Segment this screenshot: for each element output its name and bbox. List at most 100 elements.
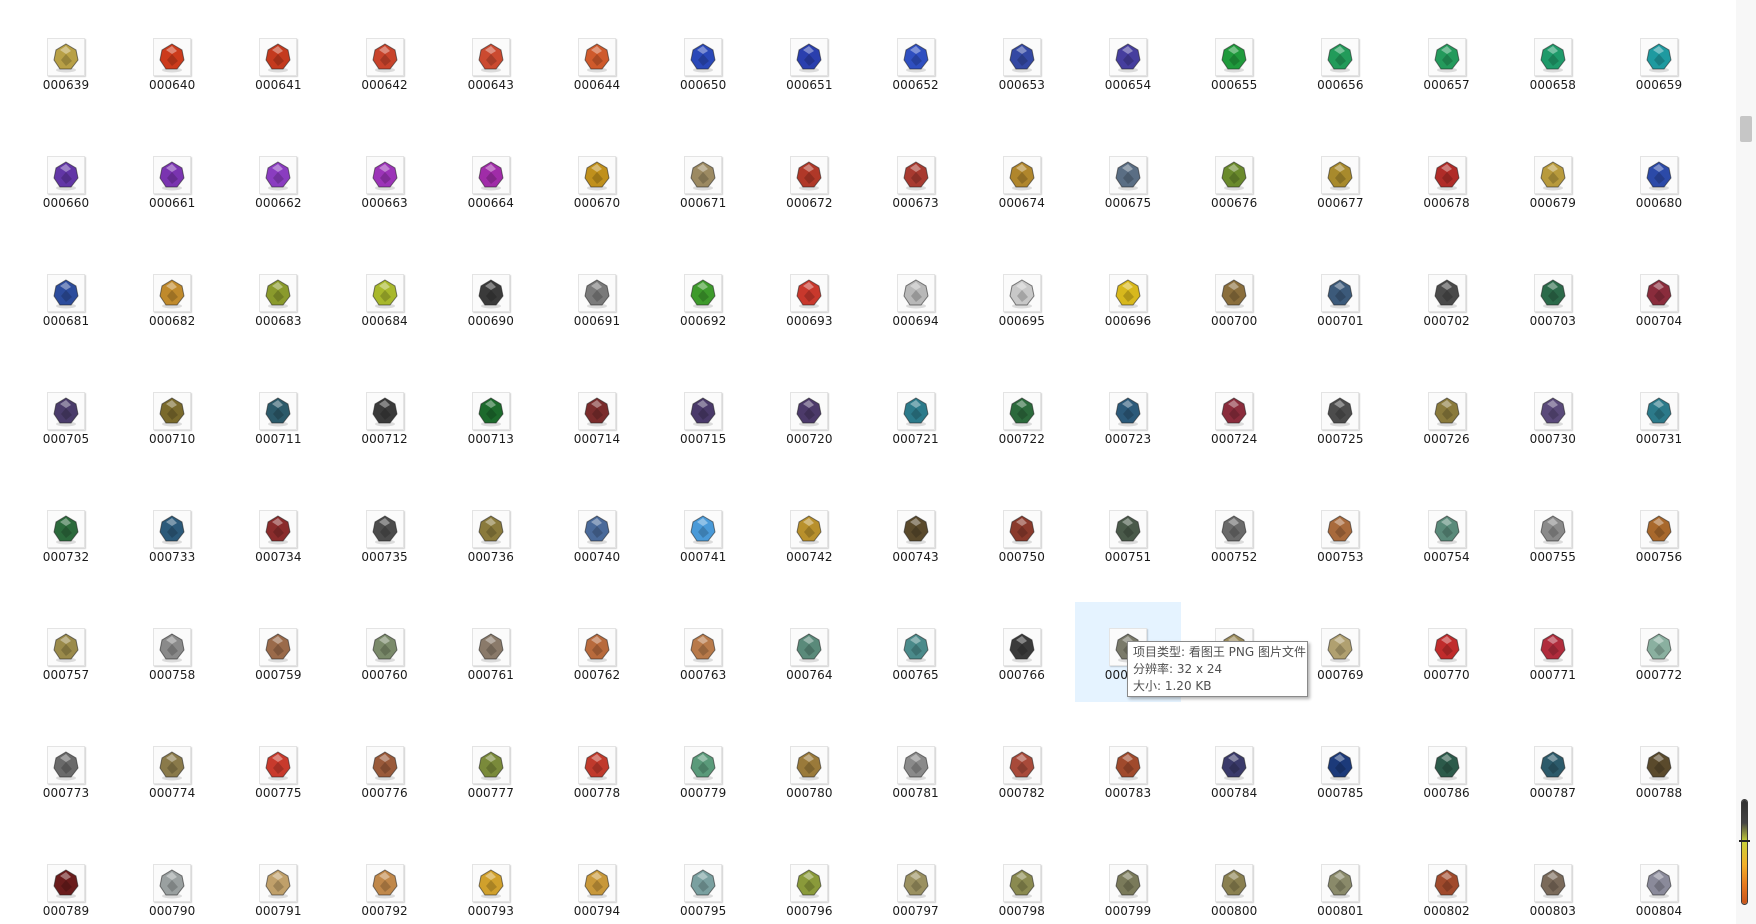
file-item[interactable]: 000785 [1287, 720, 1393, 820]
file-item[interactable]: 000701 [1287, 248, 1393, 348]
file-item[interactable]: 000723 [1075, 366, 1181, 466]
file-item[interactable]: 000790 [119, 838, 225, 924]
file-item[interactable]: 000663 [332, 130, 438, 230]
file-item[interactable]: 000741 [650, 484, 756, 584]
file-item[interactable]: 000644 [544, 12, 650, 112]
file-item[interactable]: 000641 [225, 12, 331, 112]
file-item[interactable]: 000705 [13, 366, 119, 466]
file-item[interactable]: 000730 [1500, 366, 1606, 466]
file-item[interactable]: 000789 [13, 838, 119, 924]
file-item[interactable]: 000700 [1181, 248, 1287, 348]
file-item[interactable]: 000724 [1181, 366, 1287, 466]
file-item[interactable]: 000664 [438, 130, 544, 230]
file-item[interactable]: 000682 [119, 248, 225, 348]
file-item[interactable]: 000653 [969, 12, 1075, 112]
file-item[interactable]: 000691 [544, 248, 650, 348]
file-item[interactable]: 000802 [1394, 838, 1500, 924]
file-item[interactable]: 000743 [863, 484, 969, 584]
file-item[interactable]: 000786 [1394, 720, 1500, 820]
file-item[interactable]: 000763 [650, 602, 756, 702]
file-item[interactable]: 000671 [650, 130, 756, 230]
file-item[interactable]: 000703 [1500, 248, 1606, 348]
file-item[interactable]: 000661 [119, 130, 225, 230]
file-item[interactable]: 000650 [650, 12, 756, 112]
file-item[interactable]: 000765 [863, 602, 969, 702]
file-item[interactable]: 000660 [13, 130, 119, 230]
file-item[interactable]: 000756 [1606, 484, 1712, 584]
file-item[interactable]: 000679 [1500, 130, 1606, 230]
file-item[interactable]: 000736 [438, 484, 544, 584]
file-item[interactable]: 000778 [544, 720, 650, 820]
file-item[interactable]: 000761 [438, 602, 544, 702]
file-item[interactable]: 000755 [1500, 484, 1606, 584]
file-item[interactable]: 000750 [969, 484, 1075, 584]
file-item[interactable]: 000742 [756, 484, 862, 584]
file-item[interactable]: 000720 [756, 366, 862, 466]
file-item[interactable]: 000759 [225, 602, 331, 702]
file-item[interactable]: 000654 [1075, 12, 1181, 112]
file-item[interactable]: 000752 [1181, 484, 1287, 584]
file-item[interactable]: 000777 [438, 720, 544, 820]
file-item[interactable]: 000715 [650, 366, 756, 466]
file-item[interactable]: 000740 [544, 484, 650, 584]
file-item[interactable]: 000683 [225, 248, 331, 348]
file-item[interactable]: 000684 [332, 248, 438, 348]
file-item[interactable]: 000788 [1606, 720, 1712, 820]
file-item[interactable]: 000693 [756, 248, 862, 348]
file-item[interactable]: 000656 [1287, 12, 1393, 112]
file-item[interactable]: 000662 [225, 130, 331, 230]
file-item[interactable]: 000658 [1500, 12, 1606, 112]
file-item[interactable]: 000796 [756, 838, 862, 924]
file-item[interactable]: 000804 [1606, 838, 1712, 924]
file-item[interactable]: 000775 [225, 720, 331, 820]
file-item[interactable]: 000735 [332, 484, 438, 584]
file-item[interactable]: 000792 [332, 838, 438, 924]
file-item[interactable]: 000681 [13, 248, 119, 348]
scrollbar-thumb[interactable] [1740, 116, 1752, 142]
file-item[interactable]: 000798 [969, 838, 1075, 924]
file-item[interactable]: 000670 [544, 130, 650, 230]
file-item[interactable]: 000760 [332, 602, 438, 702]
file-item[interactable]: 000774 [119, 720, 225, 820]
file-item[interactable]: 000733 [119, 484, 225, 584]
file-item[interactable]: 000692 [650, 248, 756, 348]
file-item[interactable]: 000797 [863, 838, 969, 924]
file-item[interactable]: 000642 [332, 12, 438, 112]
file-item[interactable]: 000652 [863, 12, 969, 112]
file-item[interactable]: 000787 [1500, 720, 1606, 820]
file-item[interactable]: 000721 [863, 366, 969, 466]
file-item[interactable]: 000754 [1394, 484, 1500, 584]
file-item[interactable]: 000704 [1606, 248, 1712, 348]
file-item[interactable]: 000714 [544, 366, 650, 466]
file-item[interactable]: 000800 [1181, 838, 1287, 924]
file-item[interactable]: 000791 [225, 838, 331, 924]
file-item[interactable]: 000770 [1394, 602, 1500, 702]
file-item[interactable]: 000757 [13, 602, 119, 702]
file-item[interactable]: 000734 [225, 484, 331, 584]
file-item[interactable]: 000780 [756, 720, 862, 820]
file-item[interactable]: 000779 [650, 720, 756, 820]
file-item[interactable]: 000762 [544, 602, 650, 702]
file-item[interactable]: 000675 [1075, 130, 1181, 230]
file-item[interactable]: 000711 [225, 366, 331, 466]
file-item[interactable]: 000758 [119, 602, 225, 702]
file-item[interactable]: 000673 [863, 130, 969, 230]
file-item[interactable]: 000784 [1181, 720, 1287, 820]
file-item[interactable]: 000773 [13, 720, 119, 820]
file-item[interactable]: 000659 [1606, 12, 1712, 112]
file-item[interactable]: 000657 [1394, 12, 1500, 112]
file-item[interactable]: 000794 [544, 838, 650, 924]
file-item[interactable]: 000726 [1394, 366, 1500, 466]
file-item[interactable]: 000710 [119, 366, 225, 466]
file-item[interactable]: 000655 [1181, 12, 1287, 112]
file-item[interactable]: 000795 [650, 838, 756, 924]
file-item[interactable]: 000799 [1075, 838, 1181, 924]
file-item[interactable]: 000713 [438, 366, 544, 466]
file-item[interactable]: 000678 [1394, 130, 1500, 230]
file-item[interactable]: 000672 [756, 130, 862, 230]
file-item[interactable]: 000677 [1287, 130, 1393, 230]
file-item[interactable]: 000694 [863, 248, 969, 348]
file-item[interactable]: 000776 [332, 720, 438, 820]
file-item[interactable]: 000712 [332, 366, 438, 466]
file-item[interactable]: 000696 [1075, 248, 1181, 348]
